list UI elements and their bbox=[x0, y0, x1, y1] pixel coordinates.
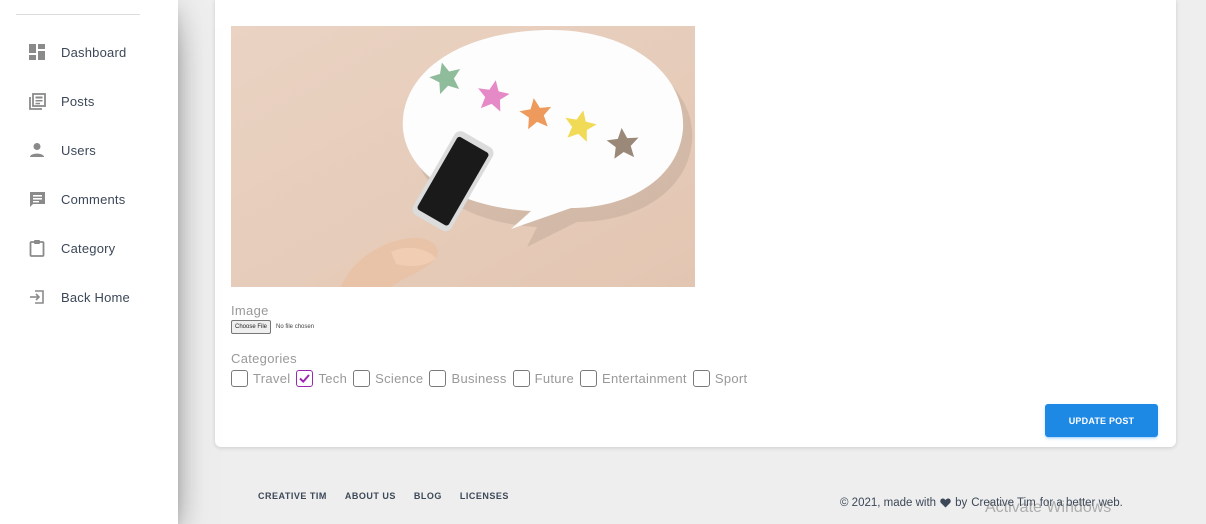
category-label: Tech bbox=[318, 371, 348, 386]
copyright-prefix: © 2021, made with bbox=[840, 497, 937, 509]
login-arrow-icon bbox=[28, 288, 46, 306]
category-future[interactable]: Future bbox=[512, 370, 574, 387]
edit-post-card: Image Choose File No file chosen Categor… bbox=[215, 0, 1176, 447]
category-sport[interactable]: Sport bbox=[692, 370, 748, 387]
footer-link-creative-tim[interactable]: CREATIVE TIM bbox=[258, 491, 327, 501]
checkbox[interactable] bbox=[580, 370, 597, 387]
file-input[interactable]: Choose File No file chosen bbox=[231, 320, 314, 334]
category-label: Science bbox=[375, 371, 424, 386]
checkbox[interactable] bbox=[429, 370, 447, 387]
categories-group: Travel Tech Science Business Future Ente… bbox=[231, 370, 753, 387]
sidebar: Dashboard Posts Users Comments Category … bbox=[0, 0, 178, 524]
checkbox[interactable] bbox=[353, 370, 371, 387]
category-label: Entertainment bbox=[602, 371, 687, 386]
footer-link-blog[interactable]: BLOG bbox=[414, 491, 442, 501]
categories-label: Categories bbox=[231, 351, 297, 366]
copyright: © 2021, made with by Creative Tim for a … bbox=[840, 497, 1123, 509]
sidebar-divider bbox=[16, 14, 140, 15]
category-business[interactable]: Business bbox=[429, 370, 506, 387]
checkbox[interactable] bbox=[692, 370, 710, 387]
sidebar-item-label: Users bbox=[61, 142, 96, 158]
person-icon bbox=[28, 141, 46, 159]
footer-link-licenses[interactable]: LICENSES bbox=[460, 491, 509, 501]
heart-icon bbox=[940, 498, 951, 508]
post-image bbox=[231, 26, 695, 287]
category-travel[interactable]: Travel bbox=[231, 370, 290, 387]
copyright-suffix: for a better web. bbox=[1039, 497, 1123, 509]
sidebar-item-label: Back Home bbox=[61, 289, 130, 305]
comment-icon bbox=[28, 190, 46, 208]
category-tech[interactable]: Tech bbox=[296, 370, 347, 387]
checkbox[interactable] bbox=[231, 370, 248, 387]
category-label: Sport bbox=[714, 371, 748, 386]
sidebar-item-users[interactable]: Users bbox=[0, 134, 178, 166]
file-status-text: No file chosen bbox=[276, 324, 315, 330]
choose-file-button[interactable]: Choose File bbox=[231, 320, 272, 334]
footer-nav: CREATIVE TIM ABOUT US BLOG LICENSES bbox=[258, 491, 527, 501]
sidebar-item-label: Comments bbox=[61, 191, 126, 207]
copyright-by: by bbox=[955, 497, 968, 509]
posts-icon bbox=[28, 92, 46, 110]
update-post-button[interactable]: UPDATE POST bbox=[1045, 404, 1158, 437]
category-label: Future bbox=[534, 371, 574, 386]
clipboard-icon bbox=[28, 239, 46, 257]
category-science[interactable]: Science bbox=[353, 370, 423, 387]
sidebar-item-label: Category bbox=[61, 240, 116, 256]
sidebar-item-category[interactable]: Category bbox=[0, 232, 178, 264]
checkbox[interactable] bbox=[512, 370, 530, 387]
image-field-label: Image bbox=[231, 303, 269, 318]
checkmark-icon bbox=[299, 374, 311, 384]
sidebar-item-posts[interactable]: Posts bbox=[0, 85, 178, 117]
checkbox-checked[interactable] bbox=[296, 370, 314, 387]
sidebar-item-comments[interactable]: Comments bbox=[0, 183, 178, 215]
sidebar-item-label: Dashboard bbox=[61, 44, 127, 60]
category-label: Travel bbox=[253, 371, 291, 386]
footer-link-about-us[interactable]: ABOUT US bbox=[345, 491, 396, 501]
category-entertainment[interactable]: Entertainment bbox=[580, 370, 687, 387]
creative-tim-link[interactable]: Creative Tim bbox=[971, 497, 1036, 509]
sidebar-item-dashboard[interactable]: Dashboard bbox=[0, 36, 178, 68]
sidebar-item-back-home[interactable]: Back Home bbox=[0, 281, 178, 313]
dashboard-icon bbox=[28, 43, 46, 61]
sidebar-item-label: Posts bbox=[61, 93, 95, 109]
category-label: Business bbox=[451, 371, 507, 386]
